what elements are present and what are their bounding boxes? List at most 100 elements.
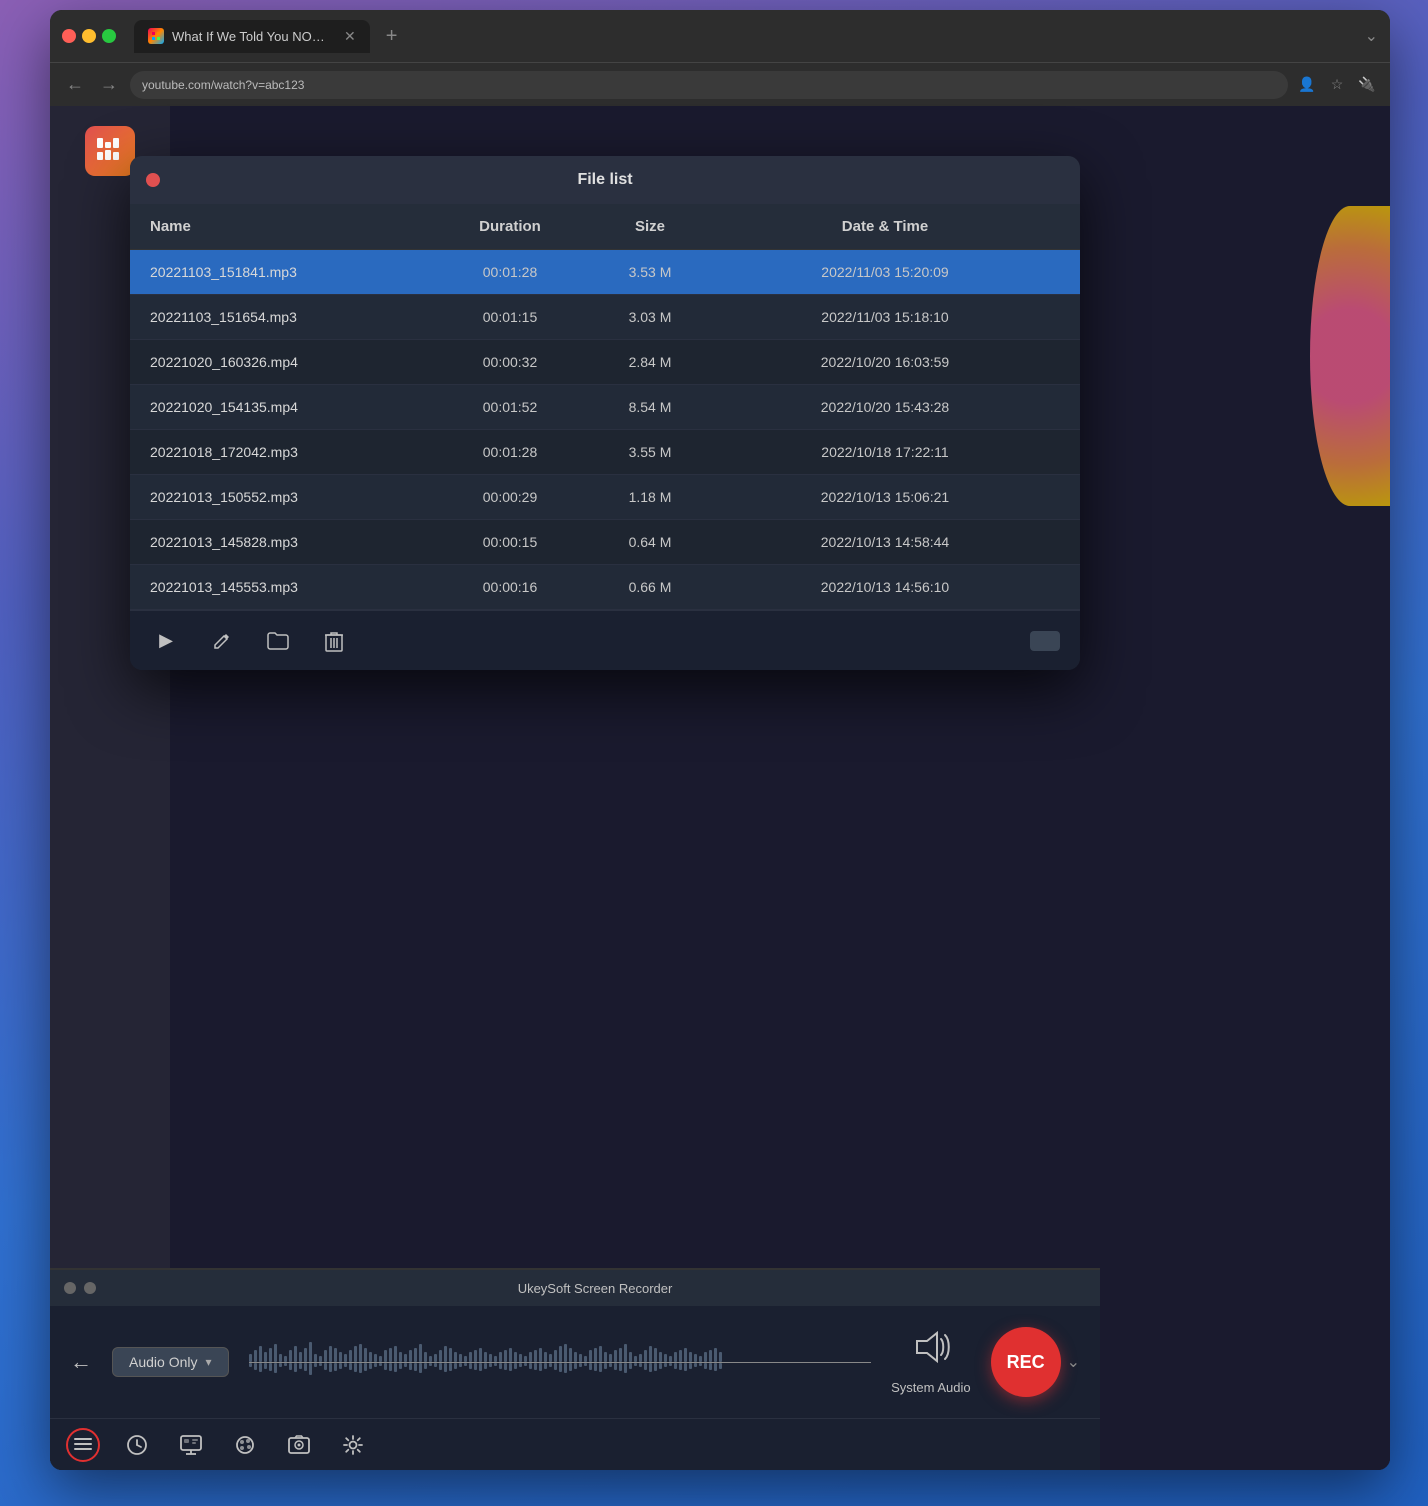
- table-cell-3: 2022/10/13 14:56:10: [710, 579, 1060, 595]
- system-audio-section: System Audio: [891, 1329, 971, 1395]
- table-cell-3: 2022/11/03 15:20:09: [710, 264, 1060, 280]
- profile-icon[interactable]: 👤: [1296, 74, 1318, 96]
- recorder-dot-2: [84, 1282, 96, 1294]
- nav-icons: 👤 ☆ 🔌: [1296, 74, 1378, 96]
- table-row[interactable]: 20221013_150552.mp300:00:291.18 M2022/10…: [130, 475, 1080, 520]
- recorder-title: UkeySoft Screen Recorder: [104, 1281, 1086, 1296]
- table-row[interactable]: 20221020_160326.mp400:00:322.84 M2022/10…: [130, 340, 1080, 385]
- recorder-dot-1: [64, 1282, 76, 1294]
- delete-button[interactable]: [318, 625, 350, 657]
- table-row[interactable]: 20221013_145828.mp300:00:150.64 M2022/10…: [130, 520, 1080, 565]
- folder-button[interactable]: [262, 625, 294, 657]
- sidebar-logo: [85, 126, 135, 176]
- browser-content: ⏮ File list Name Duration Size Date & Ti…: [50, 106, 1390, 1470]
- system-audio-label: System Audio: [891, 1380, 971, 1395]
- browser-titlebar: What If We Told You NONE Of ✕ + ⌄: [50, 10, 1390, 62]
- window-controls: [62, 29, 116, 43]
- table-cell-2: 2.84 M: [590, 354, 710, 370]
- table-cell-1: 00:00:15: [430, 534, 590, 550]
- close-dot[interactable]: [62, 29, 76, 43]
- table-row[interactable]: 20221013_145553.mp300:00:160.66 M2022/10…: [130, 565, 1080, 610]
- star-icon[interactable]: ☆: [1326, 74, 1348, 96]
- audio-mode-button[interactable]: Audio Only ▾: [112, 1347, 229, 1377]
- rec-container: REC ⌄: [991, 1327, 1080, 1397]
- audio-mode-label: Audio Only: [129, 1354, 197, 1370]
- col-header-datetime: Date & Time: [710, 218, 1060, 235]
- table-cell-1: 00:00:29: [430, 489, 590, 505]
- table-cell-0: 20221013_145828.mp3: [150, 534, 430, 550]
- table-cell-0: 20221103_151654.mp3: [150, 309, 430, 325]
- tab-favicon: [148, 28, 164, 44]
- edit-button[interactable]: [206, 625, 238, 657]
- waveform-canvas: [249, 1322, 872, 1402]
- table-cell-1: 00:00:32: [430, 354, 590, 370]
- table-cell-2: 0.64 M: [590, 534, 710, 550]
- flower-decoration: [1310, 206, 1390, 506]
- table-cell-0: 20221018_172042.mp3: [150, 444, 430, 460]
- display-icon-button[interactable]: [174, 1428, 208, 1462]
- col-header-size: Size: [590, 218, 710, 235]
- col-header-name: Name: [150, 218, 430, 235]
- settings-icon-button[interactable]: [336, 1428, 370, 1462]
- table-row[interactable]: 20221103_151841.mp300:01:283.53 M2022/11…: [130, 250, 1080, 295]
- extension-icon[interactable]: 🔌: [1356, 74, 1378, 96]
- table-cell-3: 2022/11/03 15:18:10: [710, 309, 1060, 325]
- forward-button[interactable]: →: [96, 70, 122, 99]
- tab-close-icon[interactable]: ✕: [344, 28, 356, 45]
- file-list-toolbar: ▶: [130, 610, 1080, 670]
- back-button[interactable]: ←: [62, 70, 88, 99]
- recorder-panel: UkeySoft Screen Recorder ← Audio Only ▾: [50, 1268, 1100, 1470]
- table-cell-2: 0.66 M: [590, 579, 710, 595]
- table-cell-2: 3.53 M: [590, 264, 710, 280]
- table-cell-1: 00:01:28: [430, 264, 590, 280]
- maximize-dot[interactable]: [102, 29, 116, 43]
- address-bar[interactable]: youtube.com/watch?v=abc123: [130, 71, 1288, 99]
- modal-titlebar: File list: [130, 156, 1080, 204]
- speaker-icon: [911, 1329, 951, 1374]
- table-header: Name Duration Size Date & Time: [130, 204, 1080, 250]
- table-cell-0: 20221103_151841.mp3: [150, 264, 430, 280]
- table-row[interactable]: 20221018_172042.mp300:01:283.55 M2022/10…: [130, 430, 1080, 475]
- table-cell-1: 00:01:28: [430, 444, 590, 460]
- waveform-area: [249, 1322, 872, 1402]
- rec-button[interactable]: REC: [991, 1327, 1061, 1397]
- modal-close-dot[interactable]: [146, 173, 160, 187]
- table-cell-2: 3.55 M: [590, 444, 710, 460]
- table-cell-1: 00:00:16: [430, 579, 590, 595]
- browser-window: What If We Told You NONE Of ✕ + ⌄ ← → yo…: [50, 10, 1390, 1470]
- table-row[interactable]: 20221020_154135.mp400:01:528.54 M2022/10…: [130, 385, 1080, 430]
- rec-dropdown-arrow[interactable]: ⌄: [1067, 1352, 1080, 1372]
- file-list-modal: File list Name Duration Size Date & Time…: [130, 156, 1080, 670]
- file-list-icon-button[interactable]: [66, 1428, 100, 1462]
- table-cell-2: 1.18 M: [590, 489, 710, 505]
- file-list-table-body: 20221103_151841.mp300:01:283.53 M2022/11…: [130, 250, 1080, 610]
- mode-dropdown-arrow: ▾: [205, 1355, 211, 1369]
- play-button[interactable]: ▶: [150, 625, 182, 657]
- table-cell-3: 2022/10/18 17:22:11: [710, 444, 1060, 460]
- schedule-icon-button[interactable]: [120, 1428, 154, 1462]
- table-cell-1: 00:01:15: [430, 309, 590, 325]
- table-cell-3: 2022/10/20 16:03:59: [710, 354, 1060, 370]
- recorder-titlebar: UkeySoft Screen Recorder: [50, 1270, 1100, 1306]
- new-tab-button[interactable]: +: [386, 25, 398, 48]
- browser-navbar: ← → youtube.com/watch?v=abc123 👤 ☆ 🔌: [50, 62, 1390, 106]
- table-row[interactable]: 20221103_151654.mp300:01:153.03 M2022/11…: [130, 295, 1080, 340]
- table-cell-2: 8.54 M: [590, 399, 710, 415]
- table-cell-3: 2022/10/20 15:43:28: [710, 399, 1060, 415]
- modal-title: File list: [577, 171, 632, 189]
- palette-icon-button[interactable]: [228, 1428, 262, 1462]
- table-cell-0: 20221013_145553.mp3: [150, 579, 430, 595]
- minimize-dot[interactable]: [82, 29, 96, 43]
- recorder-bottom-bar: [50, 1418, 1100, 1470]
- table-cell-3: 2022/10/13 14:58:44: [710, 534, 1060, 550]
- table-cell-0: 20221020_160326.mp4: [150, 354, 430, 370]
- table-cell-0: 20221013_150552.mp3: [150, 489, 430, 505]
- recorder-body: ← Audio Only ▾: [50, 1306, 1100, 1418]
- tab-chevron-icon[interactable]: ⌄: [1365, 26, 1378, 46]
- table-cell-1: 00:01:52: [430, 399, 590, 415]
- col-header-duration: Duration: [430, 218, 590, 235]
- browser-tab[interactable]: What If We Told You NONE Of ✕: [134, 20, 370, 53]
- screenshot-icon-button[interactable]: [282, 1428, 316, 1462]
- scroll-indicator: [1030, 631, 1060, 651]
- recorder-back-button[interactable]: ←: [70, 1349, 92, 1375]
